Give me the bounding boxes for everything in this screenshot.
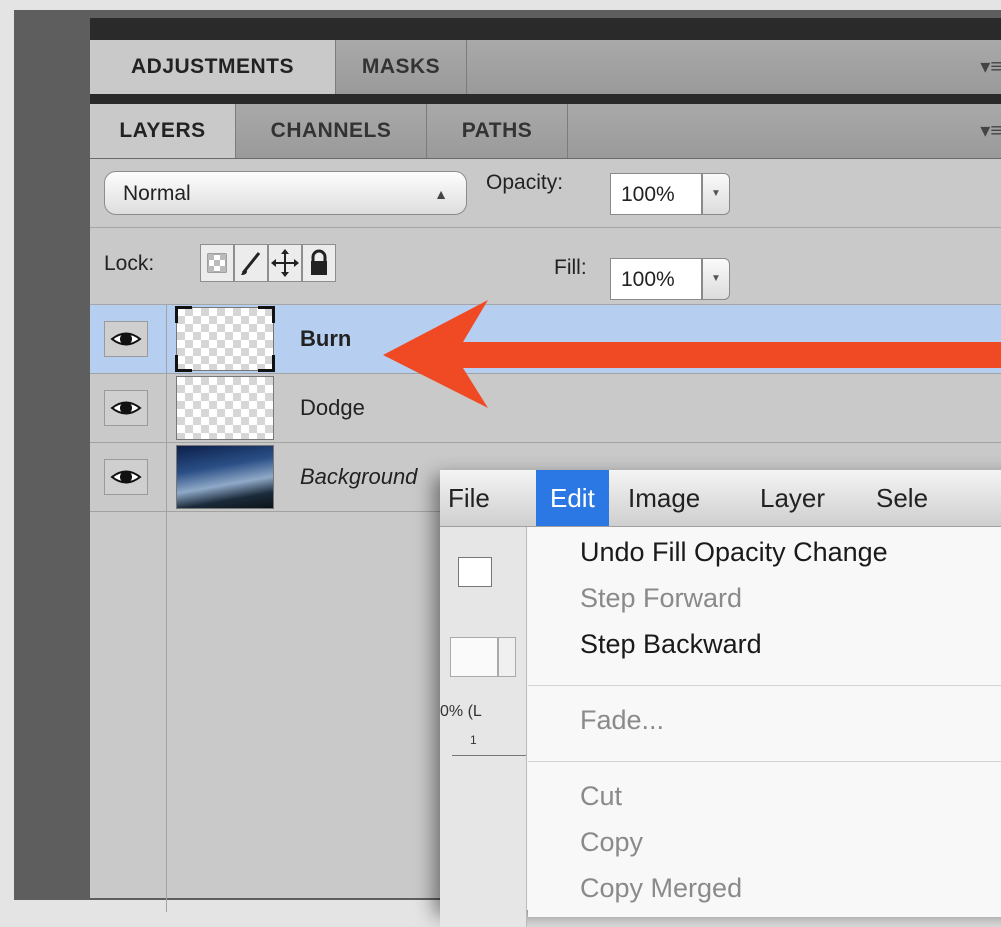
layer-name-burn[interactable]: Burn [300, 305, 351, 373]
eye-icon[interactable] [104, 390, 148, 426]
selection-corner [258, 306, 275, 323]
visibility-cell [90, 305, 167, 373]
visibility-cell [90, 443, 167, 511]
fill-label: Fill: [554, 256, 587, 279]
menu-item-undo[interactable]: Undo Fill Opacity Change [580, 537, 888, 568]
menu-item-cut[interactable]: Cut [580, 781, 622, 812]
select-arrows-icon: ▲ [434, 186, 448, 202]
option-field[interactable] [450, 637, 498, 677]
layer-name-background[interactable]: Background [300, 443, 417, 511]
option-stepper[interactable] [498, 637, 516, 677]
blend-mode-select[interactable]: Normal ▲ [104, 171, 467, 215]
ruler: 1 [452, 731, 526, 756]
lock-position-icon[interactable] [268, 244, 302, 282]
fill-input[interactable]: 100% [610, 258, 702, 300]
layer-thumbnail-transparent [176, 376, 274, 440]
selection-corner [175, 355, 192, 372]
menu-item-fade[interactable]: Fade... [580, 705, 664, 736]
document-tab-title[interactable]: 0% (L [440, 703, 482, 721]
menu-edit[interactable]: Edit [536, 470, 609, 526]
lock-all-icon[interactable] [302, 244, 336, 282]
eye-icon[interactable] [104, 459, 148, 495]
menu-item-step-forward[interactable]: Step Forward [580, 583, 742, 614]
menu-separator [528, 685, 1001, 686]
selection-corner [258, 355, 275, 372]
layers-empty-column [90, 512, 167, 912]
visibility-cell [90, 374, 167, 442]
edit-menu-dropdown: Undo Fill Opacity Change Step Forward St… [528, 527, 1001, 917]
menu-image[interactable]: Image [628, 470, 700, 526]
opacity-dropdown-button[interactable]: ▼ [702, 173, 730, 215]
menu-item-step-backward[interactable]: Step Backward [580, 629, 762, 660]
panel-menu-icon[interactable]: ▾≡ [980, 104, 1001, 158]
ruler-tick-label: 1 [470, 733, 477, 747]
lock-image-pixels-icon[interactable] [234, 244, 268, 282]
tab-adjustments[interactable]: ADJUSTMENTS [90, 40, 336, 94]
lock-fill-row: Lock: Fill: 100% ▼ [90, 228, 1001, 305]
tab-masks[interactable]: MASKS [336, 40, 467, 94]
tab-layers[interactable]: LAYERS [90, 104, 236, 158]
layer-thumbnail-transparent [175, 306, 275, 372]
blend-mode-value: Normal [123, 182, 191, 205]
tab-paths[interactable]: PATHS [427, 104, 568, 158]
annotation-arrow [383, 300, 1001, 408]
menu-bar: File Edit Image Layer Sele [440, 470, 1001, 527]
application-window: File Edit Image Layer Sele 0% (L 1 Undo … [440, 470, 1001, 927]
layer-thumbnail-sky-image [176, 445, 274, 509]
options-bar-fragment: 0% (L 1 [440, 527, 527, 927]
layers-tab-row: LAYERS CHANNELS PATHS ▾≡ [90, 104, 1001, 159]
tab-channels[interactable]: CHANNELS [236, 104, 427, 158]
selection-corner [175, 306, 192, 323]
adjustments-tab-row: ADJUSTMENTS MASKS ▾≡ [90, 40, 1001, 95]
opacity-label: Opacity: [486, 171, 564, 194]
tool-preset-icon[interactable] [458, 557, 492, 587]
menu-select[interactable]: Sele [876, 470, 928, 526]
menu-file[interactable]: File [448, 470, 490, 526]
panel-divider [90, 94, 1001, 104]
lock-transparent-pixels-icon[interactable] [200, 244, 234, 282]
eye-icon[interactable] [104, 321, 148, 357]
menu-item-copy[interactable]: Copy [580, 827, 643, 858]
layer-name-dodge[interactable]: Dodge [300, 374, 365, 442]
blend-opacity-row: Normal ▲ Opacity: 100% ▼ [90, 159, 1001, 228]
panel-top-bar [90, 18, 1001, 40]
fill-dropdown-button[interactable]: ▼ [702, 258, 730, 300]
menu-separator [528, 761, 1001, 762]
opacity-input[interactable]: 100% [610, 173, 702, 215]
lock-label: Lock: [104, 252, 155, 275]
menu-layer[interactable]: Layer [760, 470, 825, 526]
panel-menu-icon[interactable]: ▾≡ [980, 40, 1001, 94]
